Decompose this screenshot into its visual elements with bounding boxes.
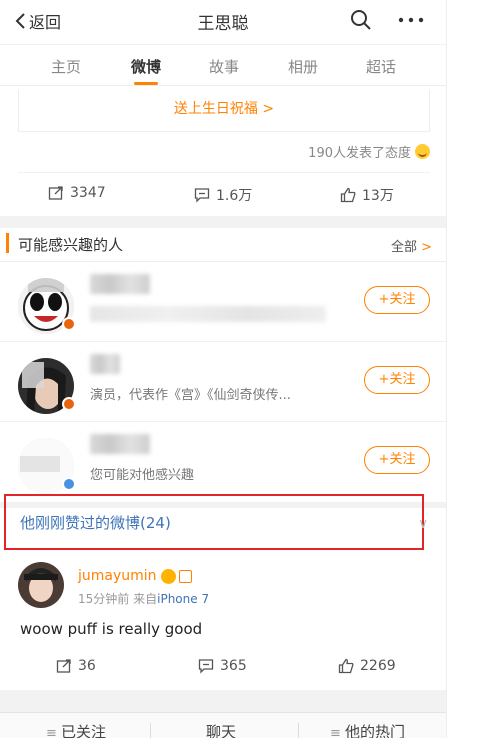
follow-button[interactable]: +关注 [364,286,430,314]
repost-button[interactable]: 3347 [48,185,106,201]
repost-button[interactable]: 36 [56,658,96,674]
comment-icon [198,659,214,674]
member-badge-icon [178,569,192,583]
profile-screen: 返回 王思聪 主页 微博 故事 相册 超话 送上生日祝福 > 190人发表了态度… [0,0,446,738]
chevron-right-icon: > [421,240,432,255]
followed-label: 已关注 [61,723,107,738]
post-action-bar: 3347 1.6万 13万 [18,172,430,216]
smile-emoji-icon [415,144,430,159]
person-description: 您可能对他感兴趣 [90,468,195,483]
menu-icon: ≡ [330,726,346,738]
profile-tabs: 主页 微博 故事 相册 超话 [0,44,446,86]
hot-posts-button[interactable]: ≡ 他的热门 [330,721,405,738]
post-action-bar: 36 365 2269 [18,652,430,686]
divider [150,723,151,738]
thumbs-up-icon [340,187,356,203]
liked-posts-header[interactable]: 他刚刚赞过的微博(24) [4,494,424,550]
suggested-people-header: 可能感兴趣的人 全部 > [0,228,446,262]
followed-button[interactable]: ≡ 已关注 [46,721,106,738]
person-description: 演员，代表作《宫》《仙剑奇侠传... [90,388,291,403]
tab-stories[interactable]: 故事 [194,56,254,77]
comment-icon [194,188,210,203]
tab-super-topic[interactable]: 超话 [351,56,411,77]
like-button[interactable]: 2269 [338,658,396,674]
chat-button[interactable]: 聊天 [206,721,236,738]
post-source-link[interactable]: iPhone 7 [157,592,209,606]
birthday-link[interactable]: 送上生日祝福 > [19,90,429,128]
attitude-text: 190人发表了态度 [308,146,411,161]
liked-posts-title: 他刚刚赞过的微博(24) [20,514,171,532]
bottom-action-bar: ≡ 已关注 聊天 ≡ 他的热门 [0,712,446,738]
like-count: 13万 [362,188,394,204]
comment-button[interactable]: 1.6万 [194,185,252,205]
suggested-person-row[interactable]: 演员，代表作《宫》《仙剑奇侠传... +关注 [0,342,446,422]
see-all-label: 全部 [390,240,417,255]
thumbs-up-icon [338,658,354,674]
verified-badge-icon [62,397,76,411]
blurred-username [90,434,150,454]
tab-album[interactable]: 相册 [273,56,333,77]
suggested-person-row[interactable]: 您可能对他感兴趣 +关注 [0,422,446,502]
blurred-username [90,274,150,294]
emoji-badge-icon [160,568,176,584]
more-dots-icon [398,17,424,23]
section-accent-bar [6,233,9,253]
post-source-prefix: 来自 [133,592,158,606]
post-meta: 15分钟前 来自iPhone 7 [78,590,209,607]
repost-count: 3347 [70,185,106,201]
post-username[interactable]: jumayumin [78,568,157,584]
post-time: 15分钟前 [78,592,130,606]
search-button[interactable] [350,9,372,35]
background-panel [446,0,486,738]
suggested-person-row[interactable]: +关注 [0,262,446,342]
tab-weibo[interactable]: 微博 [116,56,176,77]
post-body[interactable]: woow puff is really good [20,620,202,638]
verified-badge-icon [62,317,76,331]
like-button[interactable]: 13万 [340,185,394,205]
avatar-image [18,562,64,608]
page-title: 王思聪 [197,14,249,34]
like-count: 2269 [360,658,396,674]
comment-count: 1.6万 [216,188,253,204]
hot-posts-label: 他的热门 [345,723,406,738]
tab-home[interactable]: 主页 [36,56,96,77]
repost-count: 36 [78,658,96,674]
follow-button[interactable]: +关注 [364,446,430,474]
repost-icon [48,186,63,200]
follow-button[interactable]: +关注 [364,366,430,394]
top-nav: 返回 王思聪 [0,0,446,42]
blurred-description [90,306,326,322]
post-author[interactable]: jumayumin [78,568,192,584]
repost-icon [56,659,71,673]
section-divider [0,690,446,712]
post-avatar[interactable] [18,562,64,608]
search-icon [351,10,371,30]
more-button[interactable] [398,12,424,31]
chevron-down-icon: ∨ [418,516,429,532]
comment-count: 365 [220,658,247,674]
section-divider [0,216,446,228]
divider [298,723,299,738]
active-tab-indicator [134,82,158,85]
verified-badge-icon [62,477,76,491]
blurred-username [90,354,120,374]
menu-icon: ≡ [46,726,62,738]
comment-button[interactable]: 365 [198,658,247,674]
see-all-link[interactable]: 全部 > [391,236,432,255]
attitude-summary[interactable]: 190人发表了态度 [308,142,430,161]
suggested-people-title: 可能感兴趣的人 [18,236,124,254]
birthday-card[interactable]: 送上生日祝福 > [18,90,430,132]
